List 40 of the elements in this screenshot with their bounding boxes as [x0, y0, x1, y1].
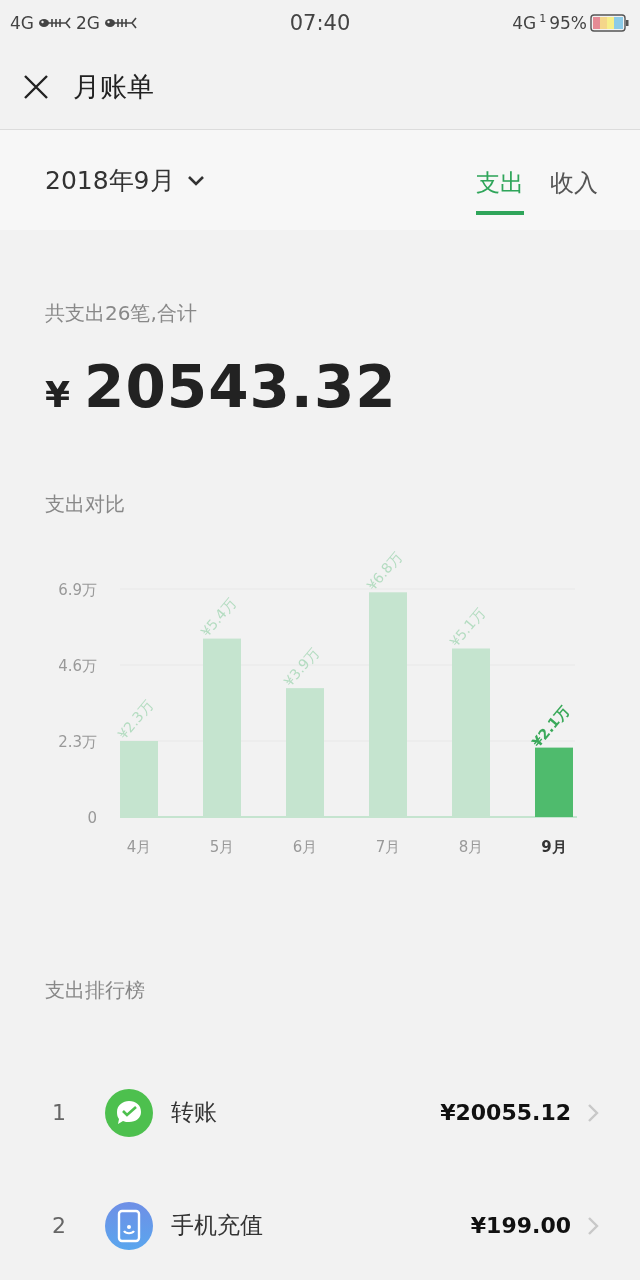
category-amount: ¥20055.12 [440, 1100, 571, 1125]
network-type: 4G [10, 12, 34, 33]
rank-number: 2 [52, 1213, 67, 1238]
chevron-right-icon [587, 1102, 600, 1123]
chevron-right-icon [587, 1215, 600, 1236]
page-title: 月账单 [73, 70, 154, 104]
axis-tick-label: 6.9万 [58, 581, 97, 599]
network-type: 2G [76, 12, 100, 33]
category-name: 转账 [171, 1098, 218, 1127]
network-type: 4G [512, 12, 537, 33]
axis-tick-label: 4.6万 [58, 657, 97, 675]
chevron-down-icon [186, 173, 205, 187]
close-icon [23, 74, 49, 100]
category-amount: ¥199.00 [470, 1213, 571, 1238]
axis-month-label: 8月 [458, 838, 484, 856]
battery-icon [590, 13, 630, 32]
summary-label: 共支出26笔,合计 [45, 300, 198, 327]
axis-month-label: 5月 [209, 838, 235, 856]
total-amount: 20543.32 [84, 353, 397, 421]
axis-month-label: 9月 [541, 838, 567, 856]
axis-month-label: 4月 [126, 838, 152, 856]
currency-sign: ¥ [45, 374, 71, 415]
section-title: 支出对比 [44, 491, 126, 518]
ranking-item[interactable]: 1 转账 ¥20055.12 [0, 1056, 640, 1169]
category-name: 手机充值 [171, 1211, 264, 1240]
axis-month-label: 7月 [375, 838, 401, 856]
month-picker[interactable]: 2018年9月 [45, 163, 205, 197]
close-button[interactable] [23, 74, 49, 100]
chat-bubble-icon [105, 1088, 153, 1137]
sim-number: 1 [539, 12, 547, 25]
tab[interactable]: 收入 [550, 155, 598, 215]
ranking-item[interactable]: 2 手机充值 ¥199.00 [0, 1169, 640, 1280]
phone-icon [105, 1201, 153, 1250]
clock: 07:40 [289, 10, 351, 35]
axis-tick-label: 2.3万 [58, 733, 97, 751]
axis-tick-label: 0 [87, 809, 97, 827]
axis-month-label: 6月 [292, 838, 318, 856]
battery-percent: 95% [549, 12, 587, 33]
rank-number: 1 [52, 1100, 67, 1125]
section-title: 支出排行榜 [44, 977, 146, 1004]
